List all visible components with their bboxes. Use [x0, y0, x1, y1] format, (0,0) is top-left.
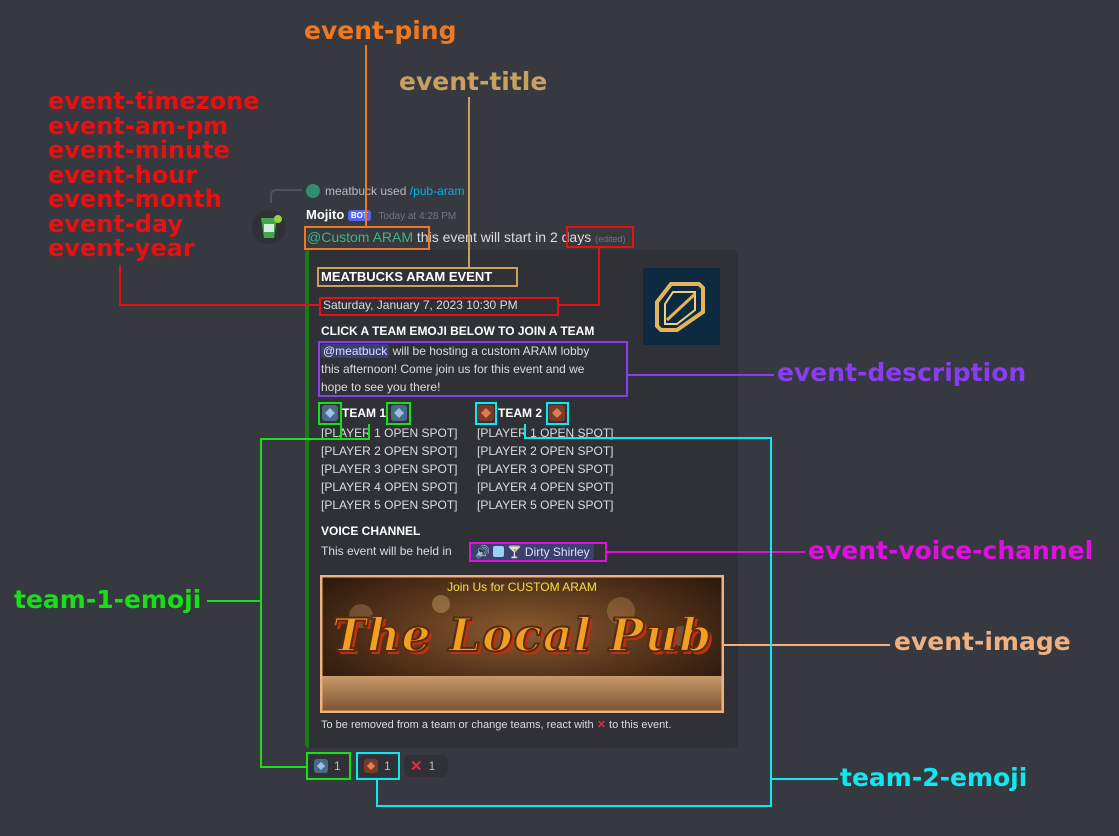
timestamp: Today at 4:28 PM — [378, 211, 457, 222]
team-1-emoji-highlight — [318, 402, 342, 425]
event-description-highlight — [318, 341, 628, 397]
team-2-emoji-highlight — [546, 402, 569, 425]
reply-command[interactable]: /pub-aram — [410, 184, 465, 198]
event-description-connector — [628, 374, 774, 376]
message-header: Mojito BOT Today at 4:28 PM — [306, 207, 456, 222]
author-name[interactable]: Mojito — [306, 207, 344, 222]
event-ping-label: event-ping — [304, 16, 457, 45]
event-description-label: event-description — [777, 358, 1027, 387]
team-2-player: [PLAYER 2 OPEN SPOT] — [477, 444, 614, 458]
team-1-reaction-highlight — [306, 752, 351, 780]
message-text: this event will start — [416, 229, 532, 245]
team-1-emoji-highlight — [386, 402, 411, 425]
event-title-connector — [468, 97, 470, 267]
team-1-connector — [260, 766, 306, 768]
team-2-player: [PLAYER 3 OPEN SPOT] — [477, 462, 614, 476]
team-1-name: TEAM 1 — [342, 406, 387, 420]
event-hour-label: event-hour — [48, 160, 198, 189]
date-connector — [119, 265, 121, 306]
event-date-labels: event-timezone event-am-pm event-minute … — [48, 89, 260, 261]
team-2-reaction-highlight — [356, 752, 400, 780]
date-connector — [559, 304, 600, 306]
team-1-connector — [207, 600, 262, 602]
footer-text: To be removed from a team or change team… — [321, 719, 594, 731]
bot-tag: BOT — [347, 210, 371, 222]
event-voice-channel-label: event-voice-channel — [808, 536, 1094, 565]
event-title-highlight — [317, 267, 518, 287]
team-2-name: TEAM 2 — [498, 406, 543, 420]
event-voice-channel-connector — [607, 551, 805, 553]
reply-avatar — [306, 184, 320, 198]
event-timezone-label: event-timezone — [48, 87, 260, 115]
team-2-connector — [770, 437, 772, 807]
team-2-player: [PLAYER 5 OPEN SPOT] — [477, 498, 614, 512]
team-2-player: [PLAYER 4 OPEN SPOT] — [477, 480, 614, 494]
event-image-highlight — [320, 575, 724, 713]
event-day-label: event-day — [48, 209, 183, 238]
relative-time-highlight — [566, 226, 634, 248]
voice-text: This event will be held in — [321, 544, 452, 558]
event-month-label: event-month — [48, 185, 222, 213]
join-heading: CLICK A TEAM EMOJI BELOW TO JOIN A TEAM — [321, 324, 595, 338]
team-1-player: [PLAYER 5 OPEN SPOT] — [321, 498, 458, 512]
team-1-connector — [260, 438, 262, 768]
reply-user[interactable]: meatbuck — [325, 184, 377, 198]
team-2-connector — [770, 778, 838, 780]
event-ping-highlight — [304, 226, 430, 250]
date-connector — [598, 248, 600, 306]
thumbnail[interactable] — [643, 268, 720, 345]
event-ping-connector — [365, 45, 367, 226]
team-2-emoji-label: team-2-emoji — [840, 763, 1028, 792]
reply-connector — [270, 189, 302, 203]
reaction-count: 1 — [428, 759, 436, 773]
event-minute-label: event-minute — [48, 136, 230, 164]
team-2-connector — [524, 437, 772, 439]
voice-heading: VOICE CHANNEL — [321, 524, 421, 538]
reply-verb: used — [380, 184, 407, 198]
reaction-remove[interactable]: ✕ 1 — [404, 755, 448, 777]
event-voice-channel-highlight — [469, 542, 607, 562]
event-title-label: event-title — [399, 67, 548, 96]
team-2-connector — [376, 780, 378, 807]
reply-header: meatbuck used /pub-aram — [325, 184, 464, 198]
date-connector — [119, 304, 319, 306]
team-2-emoji-highlight — [475, 402, 497, 425]
team-1-connector — [260, 438, 370, 440]
team-2-connector — [376, 805, 772, 807]
x-icon: ✕ — [410, 758, 423, 775]
team-1-player: [PLAYER 2 OPEN SPOT] — [321, 444, 458, 458]
x-icon: ✕ — [596, 719, 606, 731]
event-image-label: event-image — [894, 627, 1071, 656]
aram-logo-icon — [643, 268, 720, 345]
team-1-player: [PLAYER 3 OPEN SPOT] — [321, 462, 458, 476]
embed-footer: To be removed from a team or change team… — [321, 718, 671, 731]
team-1-player: [PLAYER 4 OPEN SPOT] — [321, 480, 458, 494]
event-am-pm-label: event-am-pm — [48, 111, 229, 140]
event-image-connector — [724, 644, 890, 646]
team-1-emoji-label: team-1-emoji — [14, 585, 202, 614]
event-date-highlight — [319, 297, 559, 316]
footer-text-end: to this event. — [609, 719, 672, 731]
event-year-label: event-year — [48, 234, 195, 262]
